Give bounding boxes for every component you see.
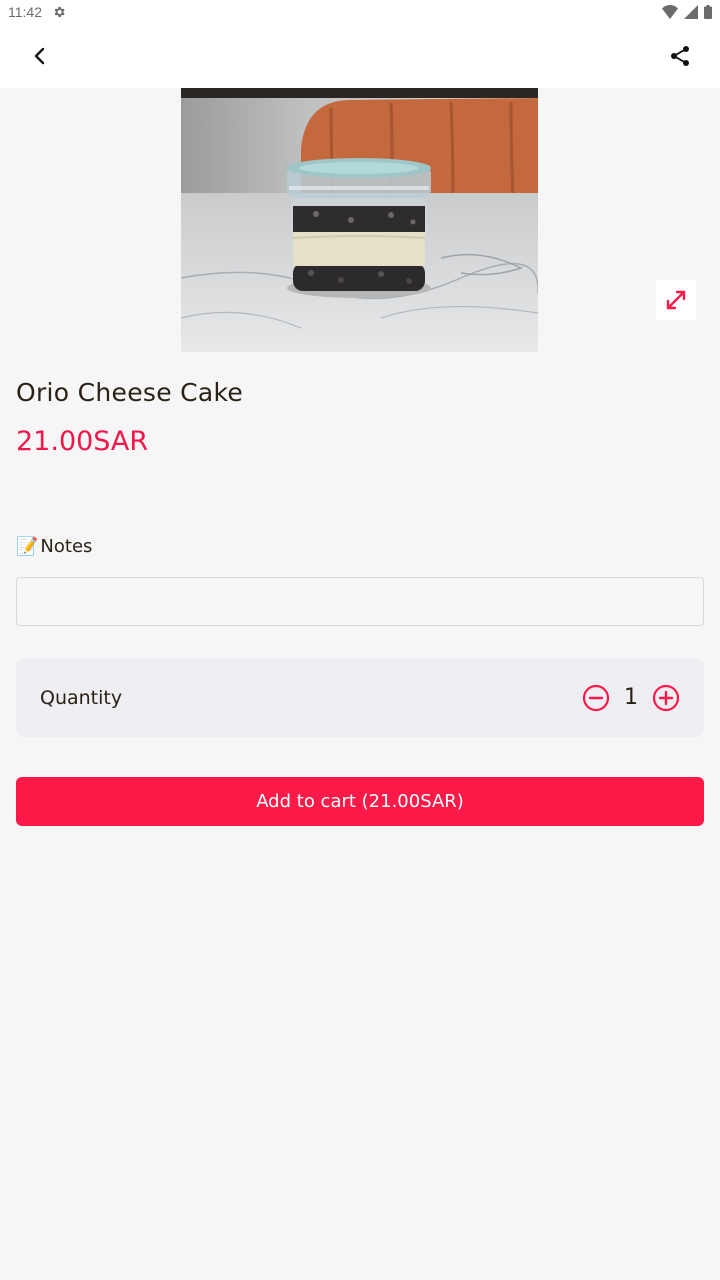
product-image[interactable]: [181, 88, 538, 352]
quantity-card: Quantity 1: [16, 658, 704, 737]
add-to-cart-button[interactable]: Add to cart (21.00SAR): [16, 777, 704, 826]
decrease-quantity-button[interactable]: [582, 684, 610, 712]
share-button[interactable]: [660, 36, 700, 76]
notes-label-text: Notes: [40, 536, 93, 557]
status-time: 11:42: [8, 4, 42, 20]
notes-input[interactable]: [16, 577, 704, 626]
battery-icon: [704, 5, 712, 19]
notes-label: 📝 Notes: [16, 536, 92, 557]
status-bar: 11:42: [0, 0, 720, 24]
memo-icon: 📝: [16, 536, 39, 557]
status-icons: [662, 5, 712, 19]
expand-image-button[interactable]: [656, 280, 696, 320]
expand-icon: [666, 290, 686, 310]
wifi-icon: [662, 5, 678, 19]
settings-gear-icon: [54, 6, 65, 18]
quantity-label: Quantity: [40, 686, 123, 709]
minus-circle-icon: [582, 684, 610, 711]
plus-circle-icon: [652, 684, 680, 711]
cake-jar-photo: [181, 88, 538, 352]
product-price: 21.00SAR: [16, 426, 149, 457]
quantity-value: 1: [624, 685, 638, 710]
cellular-signal-icon: [684, 5, 698, 19]
increase-quantity-button[interactable]: [652, 684, 680, 712]
app-bar: [0, 24, 720, 88]
product-title: Orio Cheese Cake: [16, 378, 244, 407]
share-icon: [671, 46, 689, 66]
chevron-left-icon: [34, 47, 45, 65]
product-image-area: [0, 88, 720, 352]
quantity-stepper: 1: [582, 684, 680, 712]
back-button[interactable]: [20, 36, 60, 76]
